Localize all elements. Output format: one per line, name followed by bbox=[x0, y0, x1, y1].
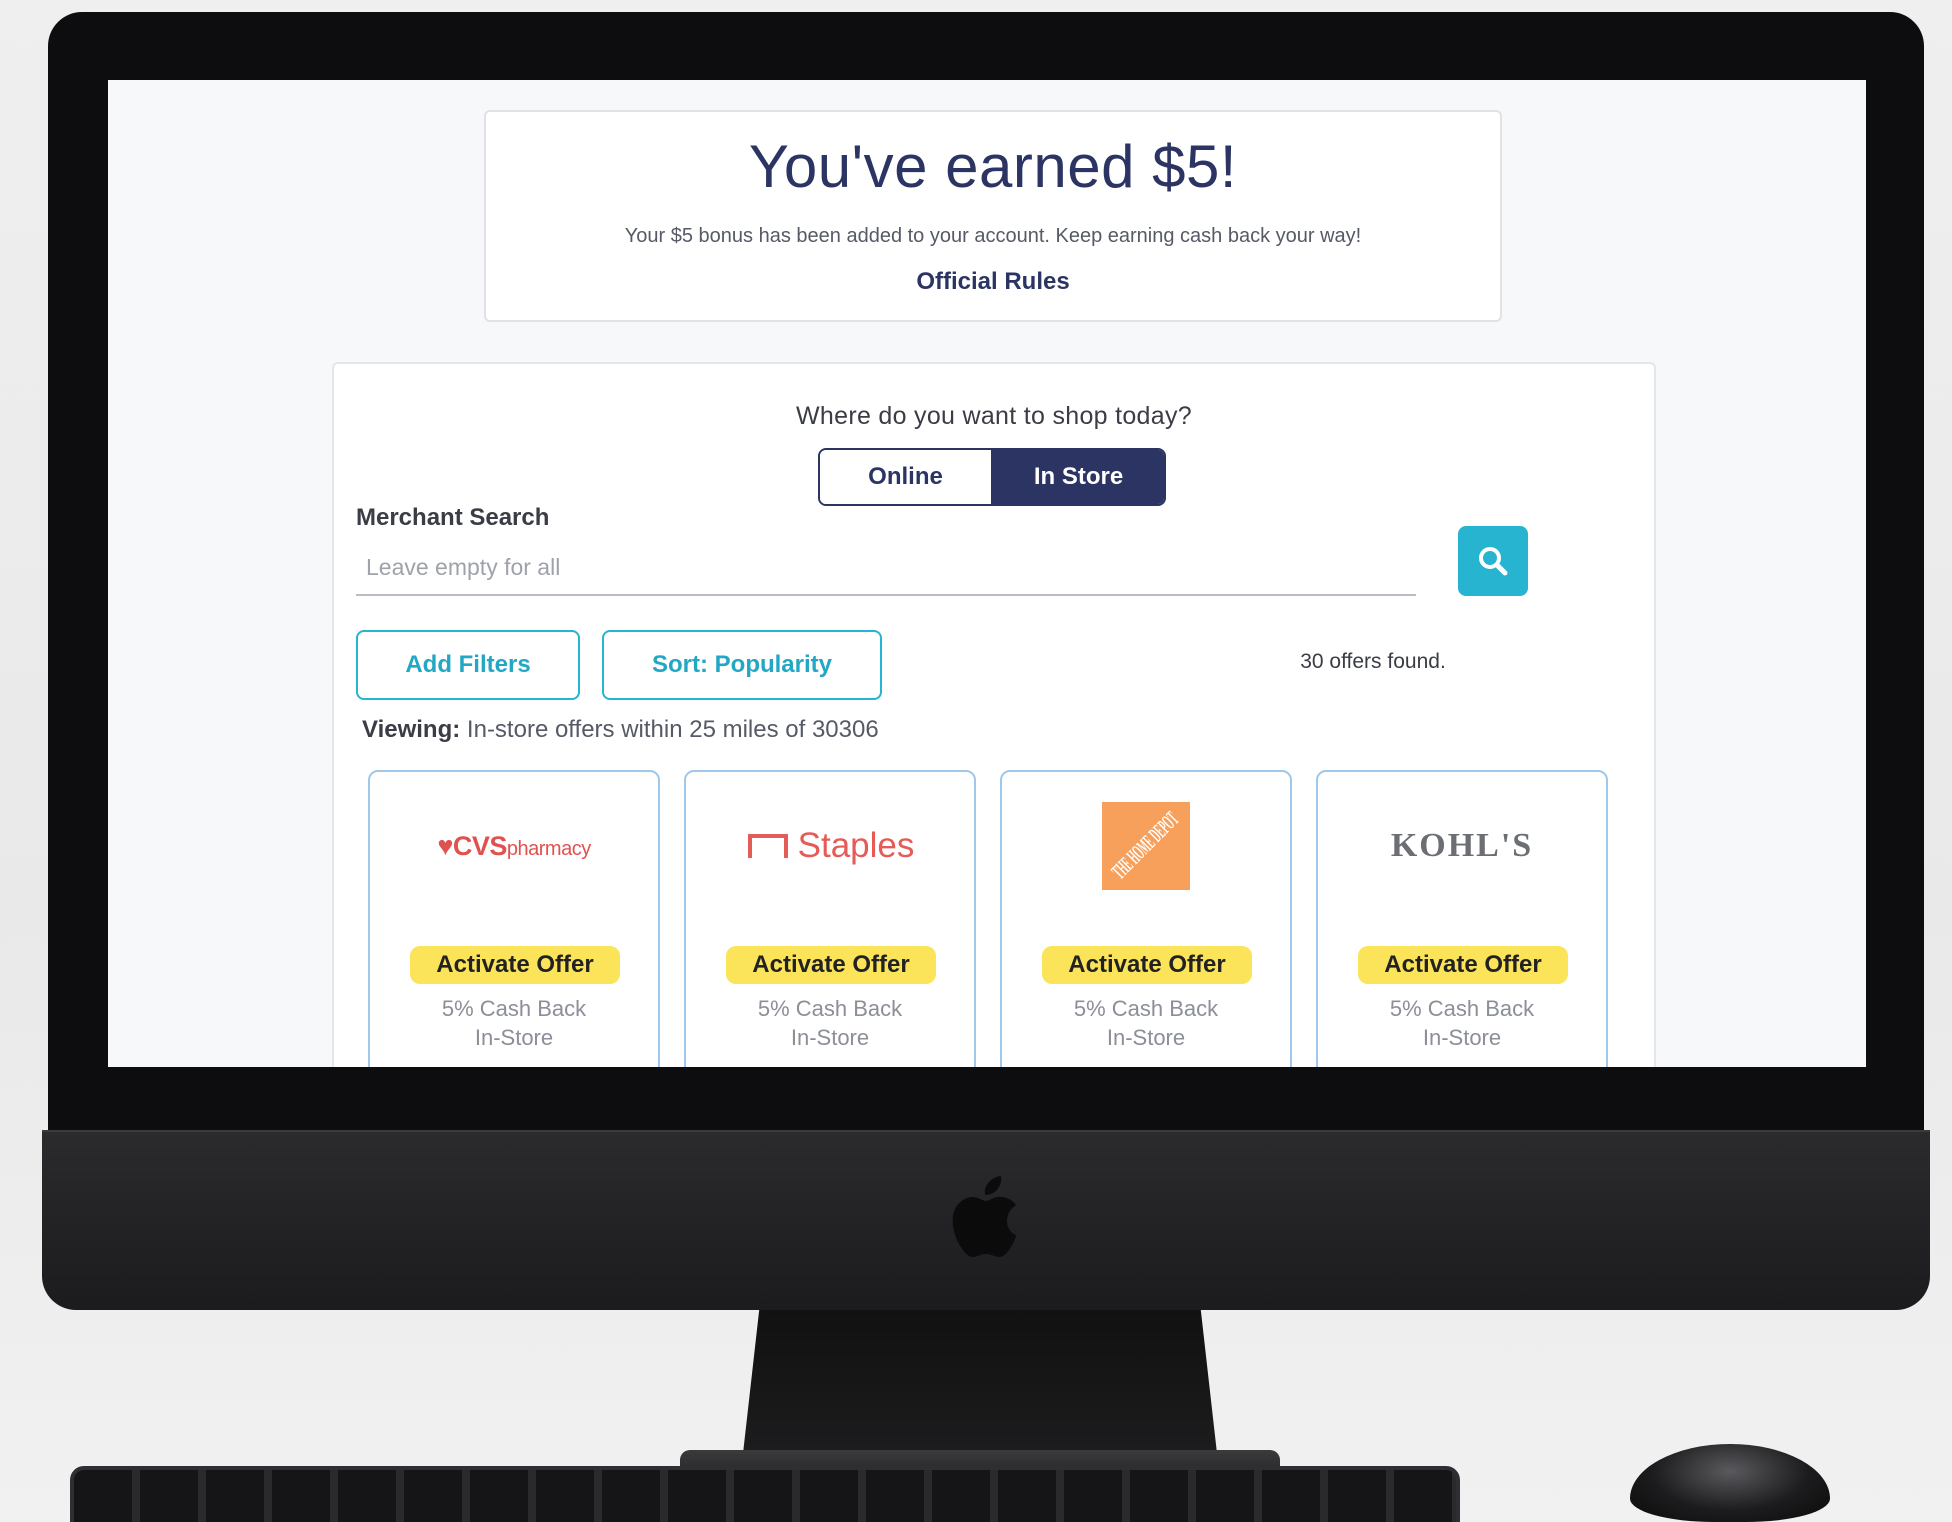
apple-logo-icon bbox=[952, 1176, 1016, 1257]
offer-cashback: 5% Cash Back In-Store bbox=[1389, 996, 1535, 1050]
offer-cashback: 5% Cash Back In-Store bbox=[441, 996, 587, 1050]
home-depot-logo-mark: THE HOME DEPOT bbox=[1102, 802, 1190, 890]
offer-card-home-depot[interactable]: THE HOME DEPOT Activate Offer 5% Cash Ba… bbox=[1000, 770, 1292, 1067]
sort-button[interactable]: Sort: Popularity bbox=[602, 630, 882, 700]
toggle-online[interactable]: Online bbox=[820, 450, 993, 504]
activate-offer-button[interactable]: Activate Offer bbox=[726, 946, 936, 984]
home-depot-logo: THE HOME DEPOT bbox=[1002, 796, 1290, 896]
activate-offer-button[interactable]: Activate Offer bbox=[410, 946, 620, 984]
offer-card-kohls[interactable]: KOHL'S Activate Offer 5% Cash Back In-St… bbox=[1316, 770, 1608, 1067]
search-button[interactable] bbox=[1458, 526, 1528, 596]
cvs-logo: ♥CVSpharmacy bbox=[437, 830, 591, 861]
heart-icon: ♥ bbox=[437, 830, 453, 861]
offer-card-staples[interactable]: Staples Activate Offer 5% Cash Back In-S… bbox=[684, 770, 976, 1067]
viewing-label: Viewing: bbox=[362, 716, 461, 743]
search-icon bbox=[1479, 547, 1508, 576]
staples-logo: Staples bbox=[686, 796, 974, 896]
offer-cashback: 5% Cash Back In-Store bbox=[757, 996, 903, 1050]
activate-offer-button[interactable]: Activate Offer bbox=[1042, 946, 1252, 984]
screen: You've earned $5! Your $5 bonus has been… bbox=[108, 80, 1866, 1067]
keyboard bbox=[70, 1466, 1460, 1522]
bonus-title: You've earned $5! bbox=[748, 133, 1238, 200]
offer-cashback: 5% Cash Back In-Store bbox=[1073, 996, 1219, 1050]
shop-question: Where do you want to shop today? bbox=[796, 402, 1192, 430]
magic-mouse bbox=[1630, 1444, 1830, 1522]
merchant-search-label: Merchant Search bbox=[356, 504, 550, 531]
offers-count: 30 offers found. bbox=[1300, 650, 1446, 673]
shop-mode-toggle: Online In Store bbox=[818, 448, 1166, 506]
bonus-card: You've earned $5! Your $5 bonus has been… bbox=[484, 110, 1502, 322]
bonus-message: Your $5 bonus has been added to your acc… bbox=[624, 225, 1362, 247]
shop-panel: Where do you want to shop today? Online … bbox=[332, 362, 1656, 1067]
add-filters-button[interactable]: Add Filters bbox=[356, 630, 580, 700]
merchant-search-input[interactable] bbox=[356, 540, 1416, 596]
viewing-info: Viewing: In-store offers within 25 miles… bbox=[362, 716, 879, 744]
offer-card-cvs[interactable]: ♥CVSpharmacy Activate Offer 5% Cash Back… bbox=[368, 770, 660, 1067]
viewing-text: In-store offers within 25 miles of 30306 bbox=[466, 716, 879, 743]
toggle-in-store[interactable]: In Store bbox=[993, 450, 1164, 504]
activate-offer-button[interactable]: Activate Offer bbox=[1358, 946, 1568, 984]
official-rules-link[interactable]: Official Rules bbox=[916, 268, 1069, 296]
staples-bracket-icon bbox=[747, 834, 788, 858]
kohls-logo: KOHL'S bbox=[1390, 827, 1534, 864]
